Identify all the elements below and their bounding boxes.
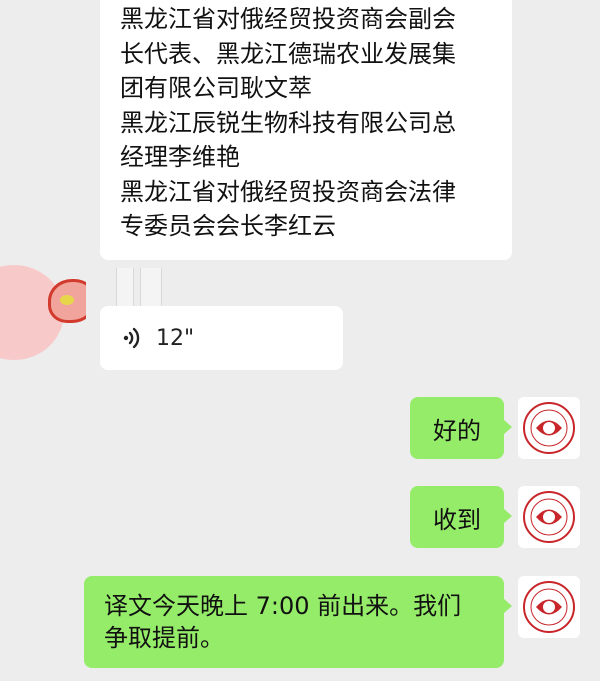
outgoing-message[interactable]: 译文今天晚上 7:00 前出来。我们 争取提前。 bbox=[84, 576, 512, 668]
sender-avatar-seal-icon[interactable] bbox=[518, 576, 580, 638]
outgoing-message[interactable]: 收到 bbox=[410, 486, 512, 548]
message-text: 收到 bbox=[433, 505, 481, 534]
message-text: 好的 bbox=[433, 416, 481, 445]
message-line: 争取提前。 bbox=[104, 624, 224, 652]
voice-duration: 12" bbox=[156, 325, 195, 351]
message-line: 黑龙江辰锐生物科技有限公司总 bbox=[120, 108, 456, 137]
message-line: 长代表、黑龙江德瑞农业发展集 bbox=[120, 39, 456, 68]
message-line: 专委员会会长李红云 bbox=[120, 212, 336, 240]
outgoing-message[interactable]: 好的 bbox=[410, 397, 512, 459]
bubble-tail bbox=[503, 598, 512, 614]
incoming-text-message[interactable]: 黑龙江省对俄经贸投资商会副会 长代表、黑龙江德瑞农业发展集 团有限公司耿文萃 黑… bbox=[100, 0, 512, 260]
message-line: 经理李维艳 bbox=[120, 143, 240, 171]
message-line: 团有限公司耿文萃 bbox=[120, 74, 312, 102]
sender-avatar-seal-icon[interactable] bbox=[518, 397, 580, 459]
sender-avatar-seal-icon[interactable] bbox=[518, 486, 580, 548]
voice-message[interactable]: 12" bbox=[100, 306, 343, 370]
message-line: 黑龙江省对俄经贸投资商会法律 bbox=[120, 177, 456, 206]
message-line: 黑龙江省对俄经贸投资商会副会 bbox=[120, 5, 456, 33]
voice-wave-icon bbox=[118, 324, 146, 352]
avatar-shape bbox=[60, 295, 74, 305]
bubble-tail bbox=[503, 419, 512, 435]
bubble-tail bbox=[503, 508, 512, 524]
message-line: 译文今天晚上 7:00 前出来。我们 bbox=[104, 592, 462, 620]
incoming-sender-avatar[interactable] bbox=[0, 265, 86, 361]
